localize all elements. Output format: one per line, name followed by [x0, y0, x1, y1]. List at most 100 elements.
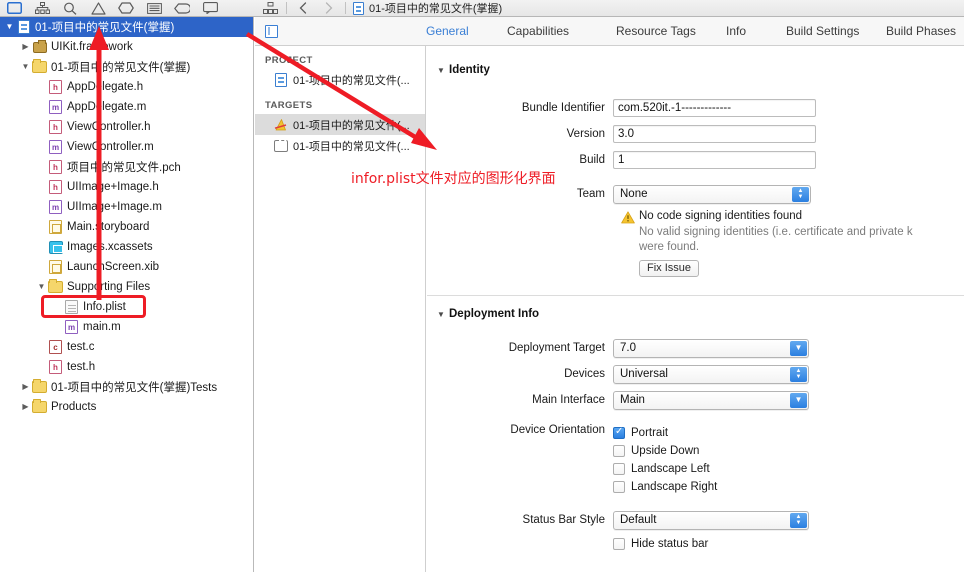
- breakpoint-navigator-icon[interactable]: [168, 0, 196, 16]
- navigator-row[interactable]: ▶mmain.m: [0, 317, 253, 337]
- navigator-row-label: LaunchScreen.xib: [67, 261, 160, 273]
- navigator-row[interactable]: ▶ Products: [0, 397, 253, 417]
- team-select-value: None: [620, 187, 648, 200]
- navigator-row-label: test.h: [67, 361, 96, 373]
- bundle-identifier-input[interactable]: com.520it.-1-------------: [613, 99, 816, 117]
- general-settings-panel[interactable]: ▼ Identity Bundle Identifier com.520it.-…: [427, 46, 964, 572]
- disclosure-triangle-closed-icon[interactable]: ▶: [20, 42, 31, 53]
- disclosure-triangle-open-icon[interactable]: ▼: [36, 282, 47, 293]
- tab-capabilities[interactable]: Capabilities: [499, 24, 577, 38]
- navigator-row[interactable]: ▶ctest.c: [0, 337, 253, 357]
- jump-bar-title: 01-项目中的常见文件(掌握): [369, 3, 503, 15]
- main-interface-label: Main Interface: [532, 394, 605, 406]
- disclosure-triangle-closed-icon[interactable]: ▶: [20, 402, 31, 413]
- navigator-row[interactable]: ▶hAppDelegate.h: [0, 77, 253, 97]
- file-type-icon: [48, 220, 63, 235]
- file-type-icon: c: [48, 340, 63, 355]
- toolbar-strip: 01-项目中的常见文件(掌握): [0, 0, 964, 17]
- jump-bar-document[interactable]: 01-项目中的常见文件(掌握): [349, 0, 502, 16]
- orientation-checkbox-upside-down[interactable]: Upside Down: [613, 442, 964, 460]
- file-type-icon: [32, 399, 47, 415]
- navigator-selector-bar: [0, 0, 256, 16]
- project-document-icon: [353, 1, 364, 15]
- deployment-target-select[interactable]: 7.0 ▼: [613, 338, 809, 358]
- target-list-item-app[interactable]: 01-项目中的常见文件(...: [255, 114, 425, 135]
- devices-row: Devices Universal ▲ ▼: [427, 364, 964, 384]
- navigator-row[interactable]: ▶ UIKit.framework: [0, 37, 253, 57]
- forward-chevron-icon[interactable]: [316, 0, 342, 16]
- team-select[interactable]: None ▲ ▼: [613, 184, 811, 204]
- file-type-icon: [48, 240, 63, 255]
- navigator-row[interactable]: ▶Images.xcassets: [0, 237, 253, 257]
- project-group-header: PROJECT: [265, 55, 313, 66]
- fix-issue-button[interactable]: Fix Issue: [639, 260, 700, 277]
- disclosure-triangle-open-icon[interactable]: ▼: [20, 62, 31, 73]
- tab-general[interactable]: General: [418, 24, 477, 38]
- navigator-row[interactable]: ▶mUIImage+Image.m: [0, 197, 253, 217]
- navigator-row[interactable]: ▶mViewController.m: [0, 137, 253, 157]
- app-target-icon: [273, 117, 289, 133]
- tab-info[interactable]: Info: [718, 24, 754, 38]
- navigator-row[interactable]: ▼ Supporting Files: [0, 277, 253, 297]
- hide-status-bar-checkbox[interactable]: Hide status bar: [613, 535, 964, 553]
- disclosure-triangle-icon[interactable]: ▼: [437, 66, 449, 75]
- navigator-row-label: 01-项目中的常见文件(掌握): [51, 62, 191, 74]
- deployment-info-section-title: Deployment Info: [449, 308, 540, 320]
- disclosure-triangle-closed-icon[interactable]: ▶: [20, 382, 31, 393]
- disclosure-triangle-icon[interactable]: ▼: [437, 310, 449, 319]
- navigator-row[interactable]: ▶Main.storyboard: [0, 217, 253, 237]
- orientation-checkbox-landscape-right[interactable]: Landscape Right: [613, 478, 964, 496]
- debug-navigator-icon[interactable]: [140, 0, 168, 16]
- navigator-row[interactable]: ▼ 01-项目中的常见文件(掌握): [0, 17, 253, 37]
- navigator-row-label: Products: [51, 401, 97, 413]
- targets-toggle-button[interactable]: [255, 24, 288, 38]
- symbol-navigator-icon[interactable]: [28, 0, 56, 16]
- build-input[interactable]: 1: [613, 151, 816, 169]
- file-type-icon: h: [48, 160, 63, 175]
- identity-section-header[interactable]: ▼ Identity: [427, 64, 964, 76]
- status-bar-style-label: Status Bar Style: [522, 514, 605, 526]
- jump-bar-divider-1: [286, 2, 287, 14]
- navigator-row[interactable]: ▶hViewController.h: [0, 117, 253, 137]
- target-list-item-tests[interactable]: 01-项目中的常见文件(...: [255, 135, 425, 156]
- back-chevron-icon[interactable]: [290, 0, 316, 16]
- find-navigator-icon[interactable]: [56, 0, 84, 16]
- main-interface-select[interactable]: Main ▼: [613, 390, 809, 410]
- warning-description-line2: were found.: [639, 241, 700, 253]
- orientation-checkbox-portrait[interactable]: Portrait: [613, 424, 964, 442]
- checkbox-box: [613, 463, 625, 475]
- deployment-info-section-header[interactable]: ▼ Deployment Info: [427, 308, 964, 320]
- navigator-row[interactable]: ▶htest.h: [0, 357, 253, 377]
- navigator-row[interactable]: ▶ 01-项目中的常见文件(掌握)Tests: [0, 377, 253, 397]
- version-input[interactable]: 3.0: [613, 125, 816, 143]
- project-list-item[interactable]: 01-项目中的常见文件(...: [255, 69, 425, 90]
- test-navigator-icon[interactable]: [112, 0, 140, 16]
- navigator-row-label: 01-项目中的常见文件(掌握): [35, 22, 175, 34]
- tab-build-phases[interactable]: Build Phases: [878, 24, 964, 38]
- tab-build-settings[interactable]: Build Settings: [778, 24, 867, 38]
- navigator-row[interactable]: ▶LaunchScreen.xib: [0, 257, 253, 277]
- project-navigator-icon[interactable]: [0, 0, 28, 16]
- file-type-icon: h: [48, 360, 63, 375]
- navigator-row[interactable]: ▶hUIImage+Image.h: [0, 177, 253, 197]
- navigator-row-label: ViewController.h: [67, 121, 151, 133]
- navigator-row[interactable]: ▼ 01-项目中的常见文件(掌握): [0, 57, 253, 77]
- orientation-checkbox-landscape-left[interactable]: Landscape Left: [613, 460, 964, 478]
- issue-navigator-icon[interactable]: [84, 0, 112, 16]
- project-item-label: 01-项目中的常见文件(...: [293, 74, 410, 87]
- disclosure-triangle-open-icon[interactable]: ▼: [4, 22, 15, 33]
- navigator-row-label: Images.xcassets: [67, 241, 153, 253]
- status-bar-style-select[interactable]: Default ▲ ▼: [613, 510, 809, 530]
- tab-resource-tags[interactable]: Resource Tags: [608, 24, 704, 38]
- project-editor-tabbar: General Capabilities Resource Tags Info Buil…: [255, 17, 964, 46]
- navigator-row-label: 01-项目中的常见文件(掌握)Tests: [51, 382, 218, 394]
- report-navigator-icon[interactable]: [196, 0, 224, 16]
- deployment-target-row: Deployment Target 7.0 ▼: [427, 338, 964, 358]
- warning-triangle-icon: [621, 210, 639, 277]
- navigator-row[interactable]: ▶h项目中的常见文件.pch: [0, 157, 253, 177]
- editor-layout-icon[interactable]: [257, 0, 283, 16]
- team-label: Team: [576, 188, 605, 200]
- devices-select[interactable]: Universal ▲ ▼: [613, 364, 809, 384]
- navigator-row-label: UIImage+Image.m: [67, 201, 162, 213]
- navigator-row[interactable]: ▶mAppDelegate.m: [0, 97, 253, 117]
